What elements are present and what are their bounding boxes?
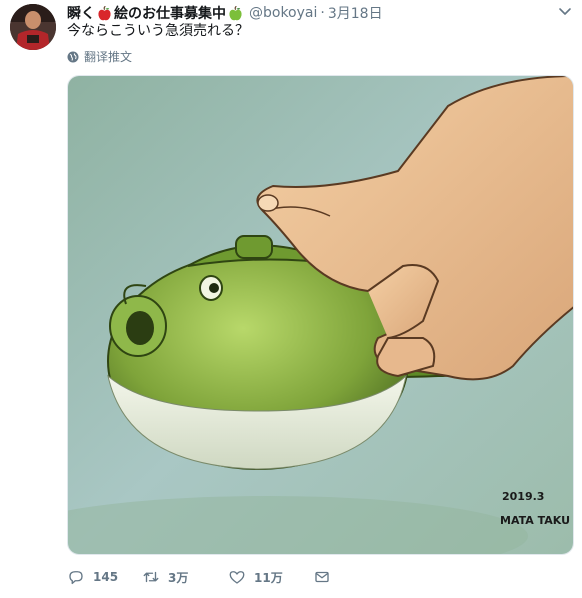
retweet-icon <box>143 571 159 583</box>
display-name-part-1: 瞬く <box>67 6 95 22</box>
signature-name: MATA TAKU <box>500 514 570 527</box>
envelope-icon <box>315 571 329 583</box>
reply-icon <box>69 571 83 585</box>
reply-count: 145 <box>93 570 119 584</box>
green-apple-icon <box>229 5 242 20</box>
tweet-text: 今ならこういう急須売れる？ <box>67 23 249 39</box>
retweet-button[interactable]: 3万 <box>142 568 222 586</box>
signature-date: 2019.3 <box>502 490 544 503</box>
like-count: 11万 <box>254 570 283 585</box>
display-name[interactable]: 瞬く 絵のお仕事募集中 <box>67 3 245 23</box>
reply-button[interactable]: 145 <box>67 568 137 586</box>
direct-message-button[interactable] <box>313 568 343 586</box>
globe-icon <box>67 51 79 62</box>
separator-dot: · <box>320 5 325 21</box>
translate-tweet-link[interactable]: 翻译推文 <box>67 48 132 65</box>
like-button[interactable]: 11万 <box>228 568 313 586</box>
avatar[interactable] <box>10 4 56 50</box>
red-apple-icon <box>98 5 111 20</box>
translate-label: 翻译推文 <box>84 50 133 64</box>
heart-icon <box>229 571 245 584</box>
tweet-header: 瞬く 絵のお仕事募集中 @bokoyai · 3月18日 <box>67 3 552 23</box>
chevron-down-icon[interactable] <box>558 7 572 17</box>
display-name-part-2: 絵のお仕事募集中 <box>114 6 226 22</box>
tweet: 瞬く 絵のお仕事募集中 @bokoyai · 3月18日 今ならこういう急須売れ… <box>0 0 582 598</box>
tweet-date[interactable]: 3月18日 <box>328 3 383 23</box>
tweet-actions: 145 3万 11万 <box>67 565 343 589</box>
user-handle[interactable]: @bokoyai <box>249 5 317 21</box>
retweet-count: 3万 <box>168 570 189 585</box>
tweet-image[interactable]: 2019.3 MATA TAKU <box>67 75 574 555</box>
